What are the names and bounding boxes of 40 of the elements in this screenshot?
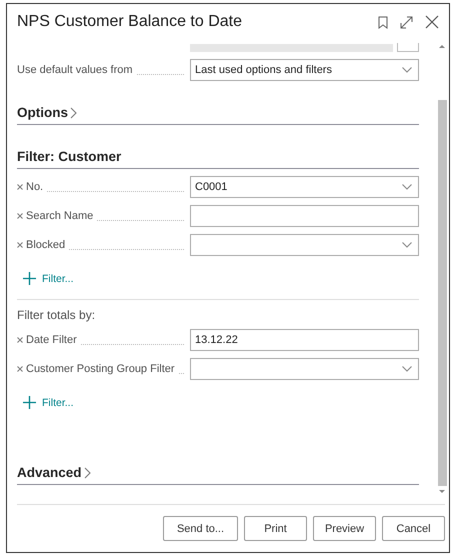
chevron-down-icon — [402, 366, 412, 372]
section-subtitle: Filter totals by: — [17, 308, 96, 322]
remove-filter-icon[interactable] — [17, 184, 23, 190]
dropdown-field[interactable]: Last used options and filters — [190, 59, 419, 81]
plus-icon — [23, 272, 36, 285]
window-title: NPS Customer Balance to Date — [17, 13, 243, 31]
section-title: Filter: Customer — [17, 149, 122, 164]
chevron-down-icon — [402, 67, 412, 73]
expand-icon[interactable] — [400, 16, 413, 28]
dialog-button[interactable]: Print — [244, 516, 307, 541]
field-label: No. — [26, 181, 44, 193]
plus-icon — [23, 396, 36, 409]
chevron-right-icon — [84, 466, 91, 478]
dropdown-field[interactable] — [190, 358, 419, 380]
dropdown-field[interactable]: C0001 — [190, 176, 419, 198]
chevron-right-icon — [70, 106, 77, 118]
field-label: Customer Posting Group Filter — [26, 363, 175, 375]
remove-filter-icon[interactable] — [17, 337, 23, 343]
field-label: Blocked — [26, 239, 66, 251]
remove-filter-icon[interactable] — [17, 213, 23, 219]
dialog-button[interactable]: Send to... — [163, 516, 238, 541]
chevron-down-icon — [402, 184, 412, 190]
section-header[interactable]: Advanced — [17, 465, 419, 485]
field-label: Use default values from — [17, 64, 133, 76]
chevron-down-icon — [402, 242, 412, 248]
input-field[interactable] — [190, 205, 419, 227]
remove-filter-icon[interactable] — [17, 242, 23, 248]
dropdown-field[interactable] — [190, 234, 419, 256]
close-icon[interactable] — [425, 15, 439, 29]
remove-filter-icon[interactable] — [17, 366, 23, 372]
lookup-field[interactable] — [397, 43, 419, 52]
bookmark-icon[interactable] — [378, 16, 388, 28]
add-filter-link[interactable]: Filter... — [23, 272, 74, 285]
section-header[interactable]: Options — [17, 105, 419, 125]
field-label: Date Filter — [26, 334, 77, 346]
dialog-button[interactable]: Cancel — [382, 516, 445, 541]
dialog-button[interactable]: Preview — [313, 516, 376, 541]
add-filter-link[interactable]: Filter... — [23, 396, 74, 409]
field-label: Search Name — [26, 210, 94, 222]
input-field[interactable]: 13.12.22 — [190, 329, 419, 351]
